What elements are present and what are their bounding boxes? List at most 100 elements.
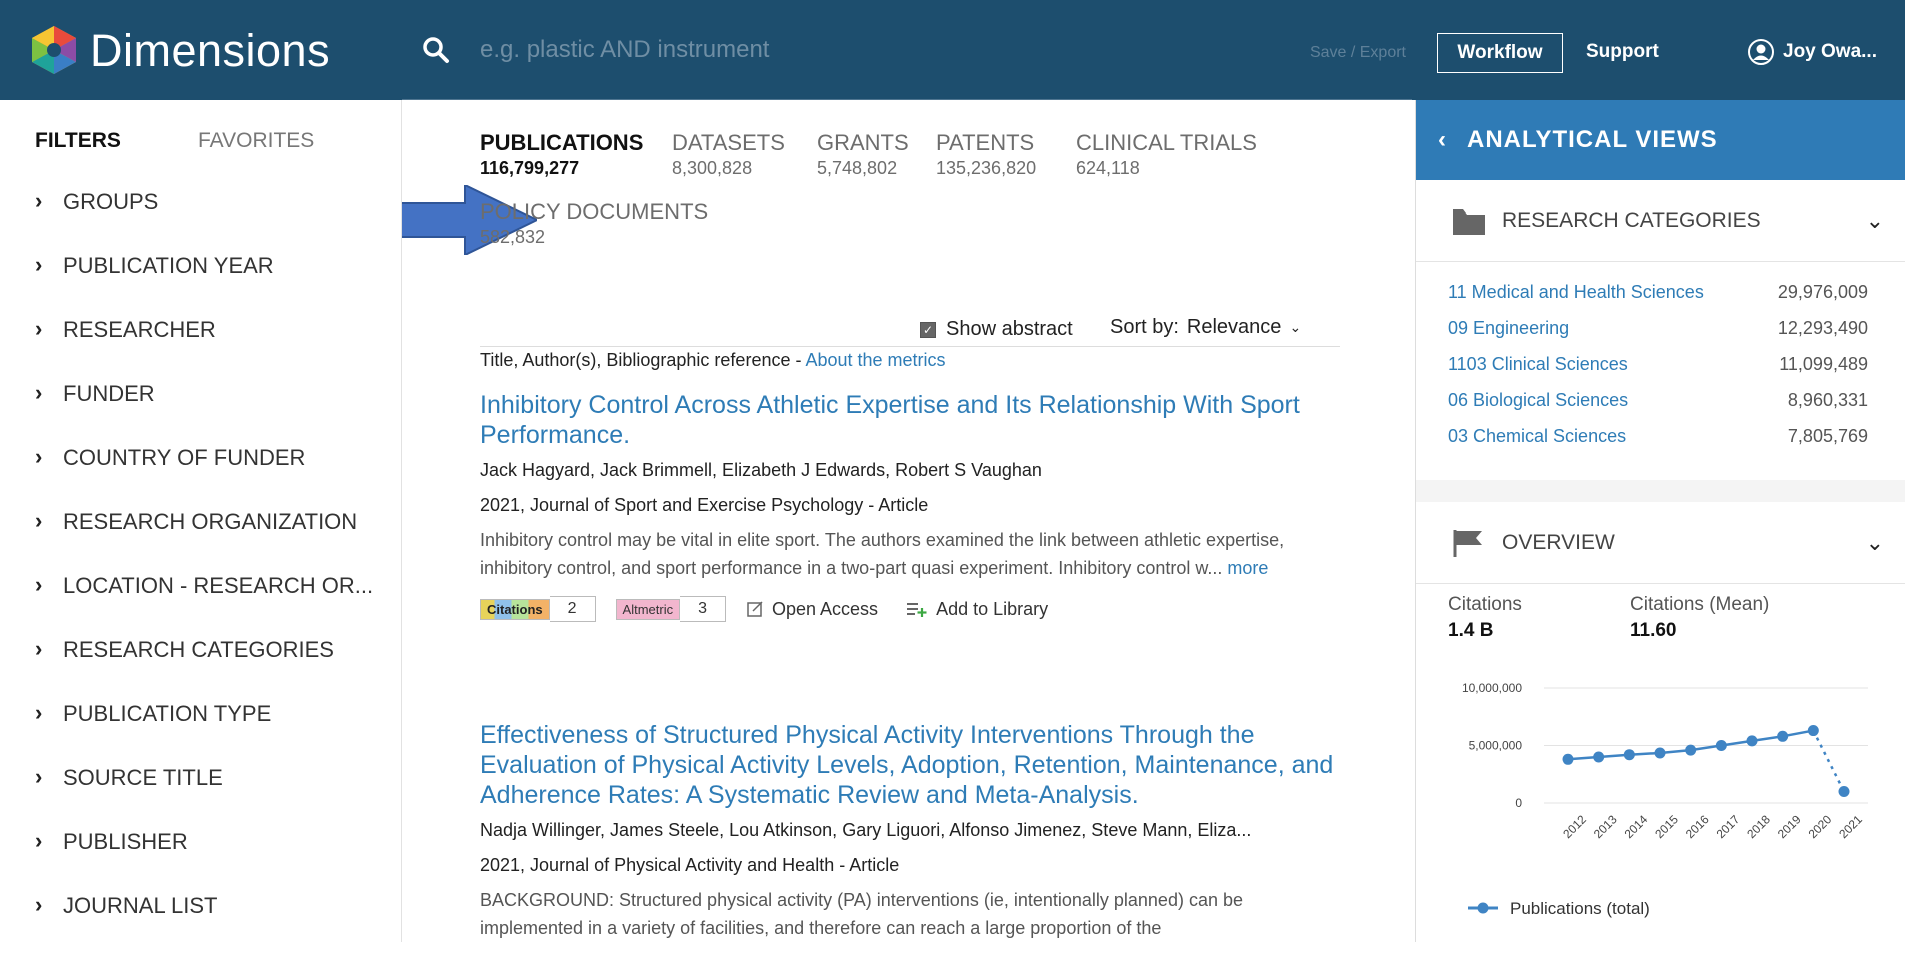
- filter-item[interactable]: › RESEARCHER: [35, 318, 373, 382]
- logo[interactable]: Dimensions: [28, 20, 330, 80]
- checkbox-checked-icon[interactable]: ✓: [920, 321, 936, 338]
- support-link[interactable]: Support: [1586, 41, 1659, 63]
- x-tick-label: 2012: [1560, 812, 1589, 841]
- chevron-down-icon[interactable]: ⌄: [1866, 530, 1884, 556]
- tab-filters[interactable]: FILTERS: [35, 129, 198, 153]
- result-abstract: Inhibitory control may be vital in elite…: [480, 526, 1340, 582]
- search-icon[interactable]: [422, 36, 450, 64]
- show-abstract-toggle[interactable]: ✓ Show abstract: [920, 318, 1073, 341]
- user-name: Joy Owa...: [1783, 41, 1877, 62]
- research-categories-header[interactable]: RESEARCH CATEGORIES ⌄: [1416, 180, 1905, 262]
- data-point: [1715, 740, 1727, 751]
- search-input[interactable]: [480, 30, 1240, 70]
- x-tick-label: 2016: [1683, 812, 1712, 841]
- result-title[interactable]: Effectiveness of Structured Physical Act…: [480, 720, 1340, 810]
- save-export-link[interactable]: Save / Export: [1310, 44, 1406, 62]
- tab-grants[interactable]: GRANTS 5,748,802: [817, 130, 909, 179]
- filter-label: JOURNAL LIST: [63, 893, 218, 918]
- tab-label: DATASETS: [672, 130, 785, 155]
- filter-item[interactable]: › SOURCE TITLE: [35, 766, 373, 830]
- filter-item[interactable]: › LOCATION - RESEARCH OR...: [35, 574, 373, 638]
- category-count: 12,293,490: [1777, 318, 1868, 338]
- category-name[interactable]: 09 Engineering: [1448, 318, 1569, 339]
- result-publication: 2021, Journal of Sport and Exercise Psyc…: [480, 495, 929, 515]
- overview-title: OVERVIEW: [1502, 530, 1615, 554]
- x-tick-label: 2013: [1591, 812, 1620, 841]
- add-to-library-button[interactable]: Add to Library: [906, 599, 1048, 620]
- overview-header[interactable]: OVERVIEW ⌄: [1416, 502, 1905, 584]
- dimensions-logo-icon: [32, 26, 76, 74]
- tab-favorites[interactable]: FAVORITES: [198, 129, 314, 153]
- tab-label: PUBLICATIONS: [480, 130, 644, 155]
- data-point: [1807, 725, 1819, 737]
- chevron-down-icon: ⌄: [1289, 319, 1302, 335]
- filter-item[interactable]: › GROUPS: [35, 190, 373, 254]
- add-to-library-label: Add to Library: [936, 598, 1049, 619]
- open-access-link[interactable]: Open Access: [746, 599, 878, 620]
- x-tick-label: 2015: [1652, 812, 1681, 841]
- result-title[interactable]: Inhibitory Control Across Athletic Exper…: [480, 390, 1340, 450]
- meta-text: Title, Author(s), Bibliographic referenc…: [480, 350, 806, 370]
- filter-label: RESEARCHER: [63, 317, 216, 342]
- filter-item[interactable]: › FUNDER: [35, 382, 373, 446]
- tab-datasets[interactable]: DATASETS 8,300,828: [672, 130, 785, 179]
- category-row[interactable]: 09 Engineering 12,293,490: [1448, 318, 1868, 339]
- about-metrics-link[interactable]: About the metrics: [805, 350, 945, 370]
- add-to-library-icon: [907, 603, 927, 617]
- filters-sidebar: FILTERS FAVORITES › GROUPS › PUBLICATION Y…: [0, 100, 402, 942]
- user-icon: [1748, 39, 1774, 65]
- altmetric-badge[interactable]: Altmetric 3: [615, 596, 746, 622]
- citations-count: 2: [549, 596, 596, 622]
- x-tick-label: 2019: [1775, 812, 1804, 841]
- workflow-button[interactable]: Workflow: [1437, 33, 1563, 73]
- category-name[interactable]: 1103 Clinical Sciences: [1448, 354, 1628, 375]
- tab-patents[interactable]: PATENTS 135,236,820: [936, 130, 1036, 179]
- category-row[interactable]: 03 Chemical Sciences 7,805,769: [1448, 426, 1868, 447]
- chevron-right-icon: ›: [35, 892, 43, 917]
- chevron-left-icon[interactable]: ‹: [1438, 126, 1447, 154]
- filter-list: › GROUPS › PUBLICATION YEAR › RESEARCHER › F…: [35, 190, 373, 958]
- tab-label: PATENTS: [936, 130, 1035, 155]
- category-name[interactable]: 06 Biological Sciences: [1448, 390, 1628, 411]
- analytical-views-header[interactable]: ‹ ANALYTICAL VIEWS: [1416, 100, 1905, 180]
- filter-item[interactable]: › PUBLICATION YEAR: [35, 254, 373, 318]
- category-row[interactable]: 1103 Clinical Sciences 11,099,489: [1448, 354, 1868, 375]
- chevron-right-icon: ›: [35, 764, 43, 789]
- category-name[interactable]: 03 Chemical Sciences: [1448, 426, 1626, 447]
- result-item: Inhibitory Control Across Athletic Exper…: [480, 390, 1340, 622]
- data-point: [1654, 747, 1666, 759]
- analytical-views-title: ANALYTICAL VIEWS: [1467, 126, 1718, 153]
- tab-policy-documents[interactable]: POLICY DOCUMENTS 582,832: [480, 199, 708, 248]
- y-tick-label: 5,000,000: [1469, 739, 1523, 753]
- user-menu[interactable]: Joy Owa...: [1748, 39, 1877, 65]
- result-item: Effectiveness of Structured Physical Act…: [480, 720, 1340, 942]
- category-name[interactable]: 11 Medical and Health Sciences: [1448, 282, 1704, 303]
- category-row[interactable]: 06 Biological Sciences 8,960,331: [1448, 390, 1868, 411]
- tab-count: 624,118: [1076, 158, 1140, 178]
- filter-item[interactable]: › PUBLISHER: [35, 830, 373, 894]
- filter-label: PUBLICATION YEAR: [63, 253, 274, 278]
- tab-publications[interactable]: PUBLICATIONS 116,799,277: [480, 130, 643, 179]
- chevron-right-icon: ›: [35, 252, 43, 277]
- x-tick-label: 2020: [1806, 812, 1835, 841]
- category-row[interactable]: 11 Medical and Health Sciences 29,976,009: [1448, 282, 1868, 303]
- x-tick-label: 2018: [1744, 812, 1773, 841]
- tab-label: POLICY DOCUMENTS: [480, 199, 709, 224]
- legend-label: Publications (total): [1510, 899, 1650, 918]
- filter-item[interactable]: › RESEARCH CATEGORIES: [35, 638, 373, 702]
- overview-card: OVERVIEW ⌄ Citations 1.4 B Citations (Me…: [1416, 502, 1905, 942]
- citations-badge[interactable]: Citations 2: [480, 596, 616, 622]
- result-badges: Citations 2 Altmetric 3 Open Access Add …: [480, 596, 1340, 622]
- chevron-down-icon[interactable]: ⌄: [1866, 208, 1884, 234]
- filter-item[interactable]: › COUNTRY OF FUNDER: [35, 446, 373, 510]
- sort-dropdown[interactable]: Sort by: Relevance ⌄: [1110, 316, 1301, 339]
- filter-item[interactable]: › PUBLICATION TYPE: [35, 702, 373, 766]
- filter-item[interactable]: › RESEARCH ORGANIZATION: [35, 510, 373, 574]
- chevron-right-icon: ›: [35, 828, 43, 853]
- logo-text: Dimensions: [90, 24, 331, 76]
- filter-item[interactable]: › JOURNAL LIST: [35, 894, 373, 958]
- tab-clinical-trials[interactable]: CLINICAL TRIALS 624,118: [1076, 130, 1257, 179]
- more-link[interactable]: more: [1227, 558, 1268, 578]
- series-line-dashed: [1812, 729, 1846, 793]
- chevron-right-icon: ›: [35, 380, 43, 405]
